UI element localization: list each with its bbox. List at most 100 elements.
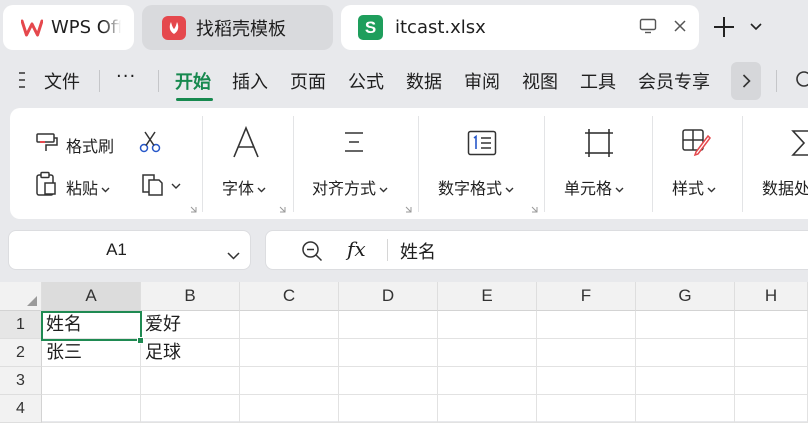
alignment-label: 对齐方式 bbox=[312, 179, 377, 198]
group-expand-icon[interactable] bbox=[405, 206, 412, 213]
row-header-3[interactable]: 3 bbox=[0, 367, 42, 395]
cell-empty[interactable] bbox=[735, 367, 808, 395]
cell-empty[interactable] bbox=[735, 395, 808, 423]
menu-file[interactable]: 文件 bbox=[44, 68, 80, 94]
alignment-button[interactable]: 对齐方式 bbox=[312, 175, 388, 199]
menu-divider bbox=[99, 70, 100, 92]
tab-docer-templates[interactable]: 找稻壳模板 bbox=[142, 5, 333, 50]
cell-empty[interactable] bbox=[636, 339, 735, 367]
paste-button[interactable]: 粘贴 bbox=[66, 175, 110, 199]
tab-itcast-xlsx[interactable]: S itcast.xlsx bbox=[341, 5, 699, 50]
formula-divider bbox=[387, 239, 388, 261]
menu-home[interactable]: 开始 bbox=[175, 68, 211, 94]
cell-button[interactable]: 单元格 bbox=[564, 175, 624, 199]
cell-empty[interactable] bbox=[339, 395, 438, 423]
cell-empty[interactable] bbox=[537, 395, 636, 423]
formula-input[interactable]: 姓名 bbox=[400, 238, 436, 264]
fill-handle[interactable] bbox=[137, 337, 144, 344]
fx-insert-function-button[interactable]: fx bbox=[347, 237, 366, 261]
format-painter-button[interactable]: 格式刷 bbox=[66, 133, 114, 157]
tab-title: WPS Office bbox=[51, 17, 121, 38]
cell-empty[interactable] bbox=[240, 339, 339, 367]
cell-b2[interactable]: 足球 bbox=[141, 339, 240, 367]
cell-empty[interactable] bbox=[438, 395, 537, 423]
group-expand-icon[interactable] bbox=[190, 206, 197, 213]
new-tab-button[interactable] bbox=[711, 12, 737, 42]
cell-empty[interactable] bbox=[240, 311, 339, 339]
cell-empty[interactable] bbox=[735, 339, 808, 367]
cell-empty[interactable] bbox=[636, 311, 735, 339]
menu-formula[interactable]: 公式 bbox=[348, 68, 384, 94]
column-header-f[interactable]: F bbox=[537, 282, 636, 311]
cell-empty[interactable] bbox=[636, 395, 735, 423]
cut-scissors-icon[interactable] bbox=[138, 130, 162, 158]
chevron-down-icon[interactable] bbox=[227, 245, 240, 264]
menu-page[interactable]: 页面 bbox=[290, 68, 326, 94]
cell-empty[interactable] bbox=[339, 339, 438, 367]
corner-triangle-icon bbox=[27, 296, 37, 306]
data-processing-button[interactable]: 数据处理 bbox=[762, 175, 808, 199]
row-header-4[interactable]: 4 bbox=[0, 395, 42, 423]
column-header-d[interactable]: D bbox=[339, 282, 438, 311]
menu-scroll-right-button[interactable] bbox=[731, 62, 761, 100]
menu-tools[interactable]: 工具 bbox=[580, 68, 616, 94]
menu-view[interactable]: 视图 bbox=[522, 68, 558, 94]
menu-insert[interactable]: 插入 bbox=[232, 68, 268, 94]
select-all-corner[interactable] bbox=[0, 282, 42, 311]
cell-b1[interactable]: 爱好 bbox=[141, 311, 240, 339]
column-header-b[interactable]: B bbox=[141, 282, 240, 311]
menu-member[interactable]: 会员专享 bbox=[638, 68, 710, 94]
cell-empty[interactable] bbox=[42, 395, 141, 423]
cell-empty[interactable] bbox=[438, 367, 537, 395]
tab-list-button[interactable] bbox=[746, 14, 766, 40]
cell-empty[interactable] bbox=[438, 311, 537, 339]
group-expand-icon[interactable] bbox=[279, 206, 286, 213]
column-header-e[interactable]: E bbox=[438, 282, 537, 311]
row-header-2[interactable]: 2 bbox=[0, 339, 42, 367]
cell-empty[interactable] bbox=[141, 367, 240, 395]
cell-empty[interactable] bbox=[240, 395, 339, 423]
group-expand-icon[interactable] bbox=[531, 206, 538, 213]
cell-empty[interactable] bbox=[537, 367, 636, 395]
number-format-button[interactable]: 数字格式 bbox=[438, 175, 514, 199]
cell-empty[interactable] bbox=[537, 311, 636, 339]
column-header-g[interactable]: G bbox=[636, 282, 735, 311]
cell-empty[interactable] bbox=[339, 367, 438, 395]
close-tab-icon[interactable] bbox=[673, 18, 687, 37]
row-header-1[interactable]: 1 bbox=[0, 311, 42, 339]
font-a-icon bbox=[232, 125, 260, 162]
copy-icon[interactable] bbox=[140, 171, 166, 201]
hamburger-menu-icon[interactable] bbox=[18, 70, 26, 94]
tab-wps-office[interactable]: WPS Office bbox=[3, 5, 134, 50]
style-button[interactable]: 样式 bbox=[672, 175, 716, 199]
cell-empty[interactable] bbox=[240, 367, 339, 395]
menu-data[interactable]: 数据 bbox=[406, 68, 442, 94]
cell-empty[interactable] bbox=[42, 367, 141, 395]
zoom-search-icon[interactable] bbox=[301, 240, 323, 266]
cell-empty[interactable] bbox=[339, 311, 438, 339]
menu-review[interactable]: 审阅 bbox=[464, 68, 500, 94]
align-icon bbox=[343, 130, 365, 158]
name-box[interactable]: A1 bbox=[8, 230, 251, 270]
style-label: 样式 bbox=[672, 179, 705, 198]
cell-a2[interactable]: 张三 bbox=[42, 339, 141, 367]
cell-a1-active[interactable]: 姓名 bbox=[41, 311, 142, 341]
cell-empty[interactable] bbox=[141, 395, 240, 423]
copy-dropdown-chevron-icon[interactable] bbox=[171, 175, 181, 194]
column-header-h[interactable]: H bbox=[735, 282, 808, 311]
font-label: 字体 bbox=[222, 179, 255, 198]
cell-empty[interactable] bbox=[537, 339, 636, 367]
chevron-down-icon bbox=[707, 187, 716, 192]
font-button[interactable]: 字体 bbox=[222, 175, 266, 199]
window-popout-icon[interactable] bbox=[639, 18, 657, 38]
search-icon[interactable] bbox=[795, 70, 808, 94]
cell-empty[interactable] bbox=[438, 339, 537, 367]
cell-empty[interactable] bbox=[735, 311, 808, 339]
column-header-c[interactable]: C bbox=[240, 282, 339, 311]
ribbon-divider bbox=[652, 116, 653, 212]
home-ribbon-panel: 格式刷 粘贴 字体 对齐方式 数字格式 单元格 样式 数据处 bbox=[10, 108, 808, 219]
cell-empty[interactable] bbox=[636, 367, 735, 395]
column-header-a[interactable]: A bbox=[42, 282, 141, 311]
menu-more-options[interactable]: ··· bbox=[116, 66, 136, 87]
cell-label: 单元格 bbox=[564, 179, 613, 198]
